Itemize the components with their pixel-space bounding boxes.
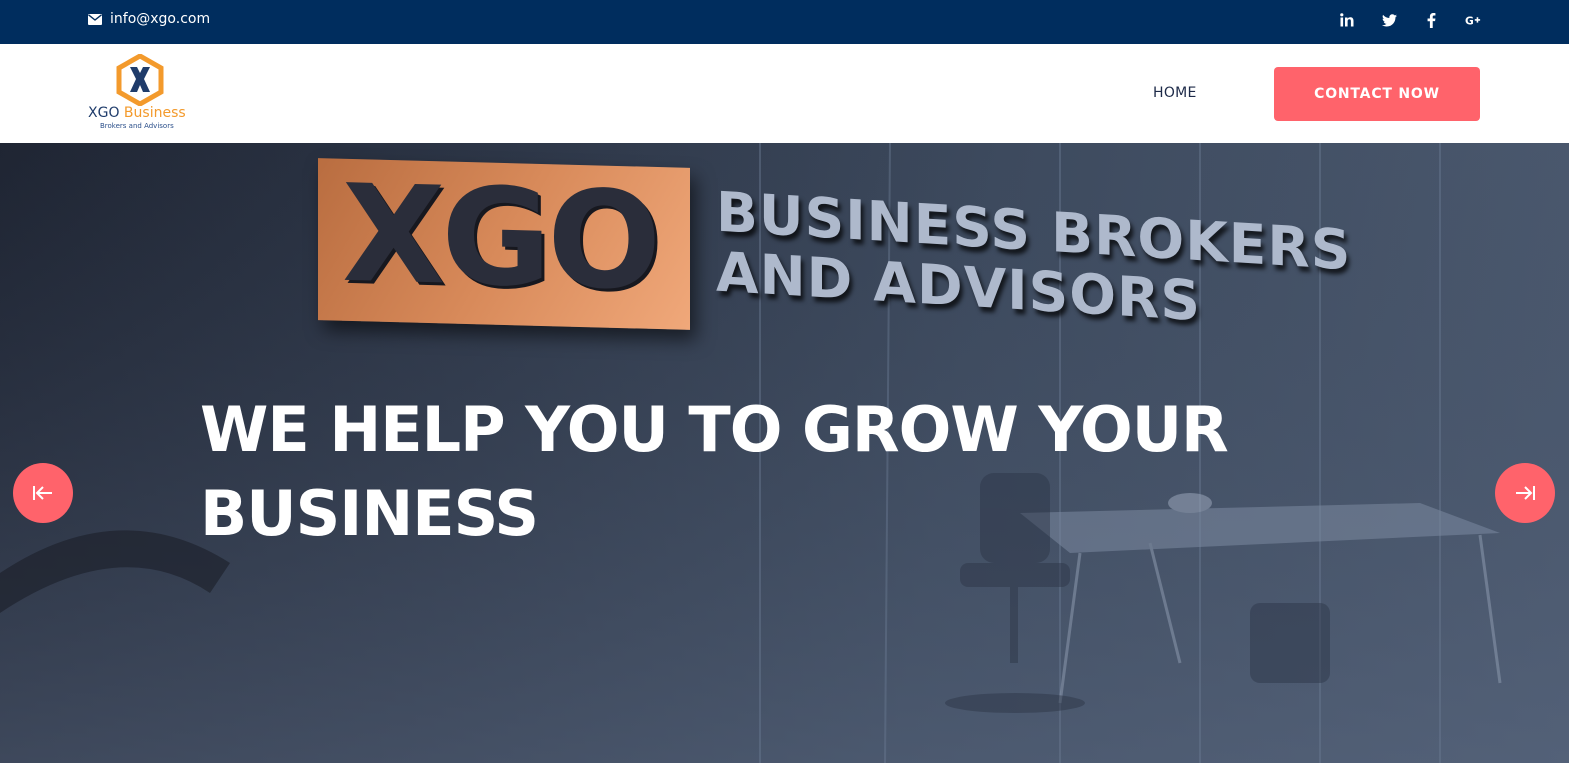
hero-headline-line-2: BUSINESS — [200, 477, 539, 550]
slider-prev-button[interactable] — [13, 463, 73, 523]
hero-headline: WE HELP YOU TO GROW YOUR BUSINESS — [200, 388, 1300, 556]
arrow-left-bar-icon — [33, 486, 52, 500]
hero-headline-line-1: WE HELP YOU TO GROW YOUR — [200, 393, 1229, 466]
slider-next-button[interactable] — [1495, 463, 1555, 523]
logo-brand: XGO Business — [88, 105, 186, 121]
logo-tagline: Brokers and Advisors — [100, 122, 174, 130]
email-text[interactable]: info@xgo.com — [110, 11, 210, 27]
hero-slider: XGO BUSINESS BROKERS AND ADVISORS WE HEL… — [0, 143, 1569, 763]
main-header: XGO Business Brokers and Advisors HOME C… — [0, 44, 1569, 143]
xgo-sign-plate: XGO — [318, 155, 690, 330]
top-bar: info@xgo.com G — [0, 0, 1569, 44]
logo-brand-main: XGO — [88, 105, 120, 121]
envelope-icon — [88, 13, 102, 25]
site-logo[interactable]: XGO Business Brokers and Advisors — [88, 54, 198, 134]
logo-brand-accent: Business — [123, 105, 186, 121]
nav-home-link[interactable]: HOME — [1153, 85, 1197, 101]
facebook-icon[interactable] — [1423, 12, 1439, 28]
twitter-icon[interactable] — [1381, 12, 1397, 28]
sign-plate-text: XGO — [342, 155, 658, 321]
social-links: G — [1339, 12, 1481, 28]
arrow-right-bar-icon — [1516, 486, 1535, 500]
linkedin-icon[interactable] — [1339, 12, 1355, 28]
svg-text:G: G — [1465, 14, 1474, 26]
contact-email[interactable]: info@xgo.com — [88, 11, 210, 27]
google-plus-icon[interactable]: G — [1465, 12, 1481, 28]
contact-now-button[interactable]: CONTACT NOW — [1274, 67, 1480, 121]
logo-hexagon-icon — [116, 54, 164, 106]
